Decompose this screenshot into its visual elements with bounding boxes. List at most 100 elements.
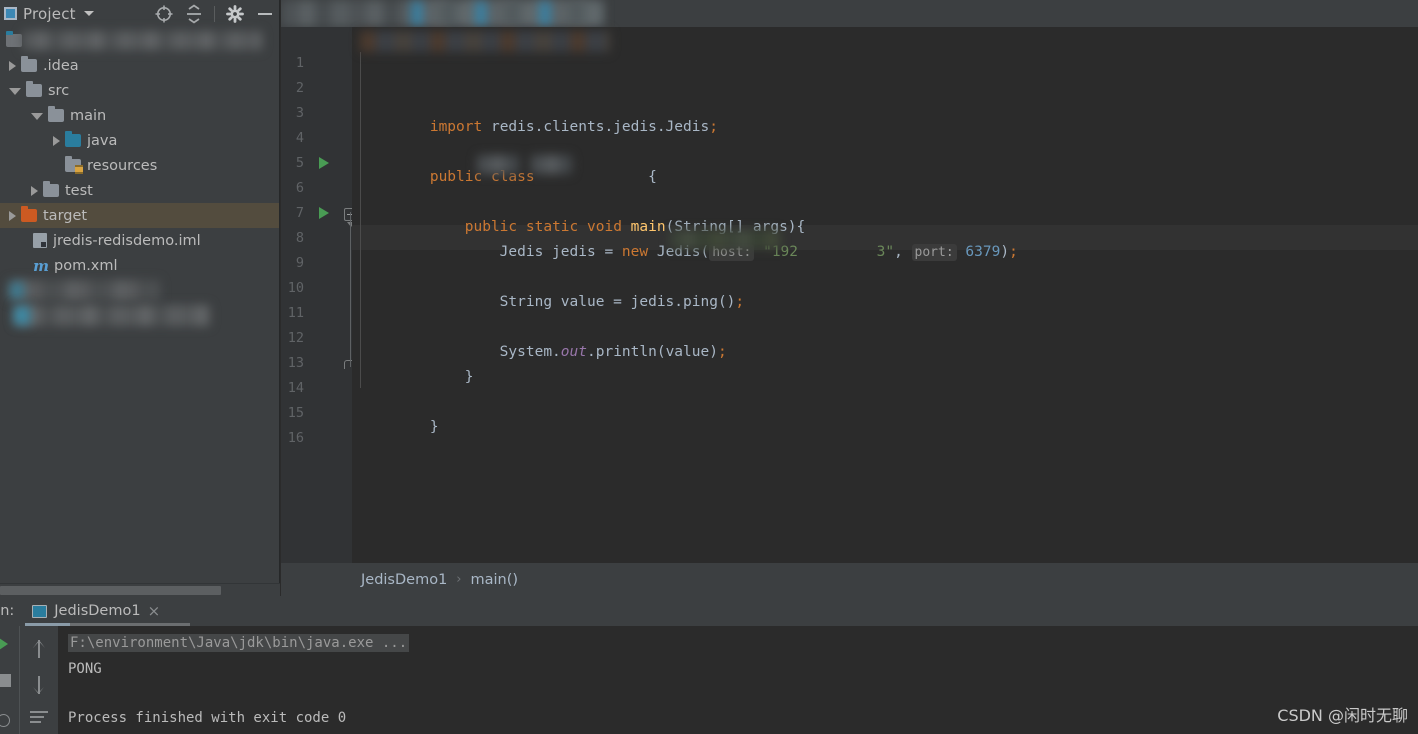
scrollbar-thumb[interactable]: [0, 586, 221, 595]
token-parens: (): [717, 294, 736, 310]
tree-row[interactable]: [0, 28, 279, 53]
copy-icon[interactable]: [0, 714, 10, 727]
run-tab-jedisdemo1[interactable]: JedisDemo1 ×: [26, 596, 168, 626]
tree-item-label: target: [43, 207, 88, 224]
code-line-1[interactable]: [360, 31, 640, 53]
run-class-gutter-icon[interactable]: [319, 157, 329, 169]
run-method-gutter-icon[interactable]: [319, 207, 329, 219]
chevron-right-icon[interactable]: [53, 135, 60, 146]
project-panel-header: Project: [0, 0, 279, 27]
line-number: 6: [295, 180, 304, 196]
token-plain: redis.clients.jedis.Jedis: [482, 119, 710, 135]
breadcrumb[interactable]: JedisDemo1 › main(): [281, 563, 1418, 596]
line-number: 4: [295, 130, 304, 146]
token-field-out: out: [560, 344, 587, 360]
redacted-editor-tab[interactable]: [411, 1, 603, 26]
editor-gutter[interactable]: 1 2 3 4 5 6 7 8 9 10 11 12 13 14 15 16: [281, 27, 357, 563]
breadcrumb-method[interactable]: main(): [471, 572, 519, 588]
tree-row[interactable]: java: [0, 128, 279, 153]
run-tab-label: JedisDemo1: [54, 603, 141, 619]
token-number-port: 6379: [965, 244, 1001, 260]
project-file-tree[interactable]: .idea src main java resources test targe…: [0, 27, 279, 328]
token-keyword-new: new: [621, 244, 649, 260]
stop-icon[interactable]: [0, 674, 11, 687]
code-line-10[interactable]: String value = jedis.ping();: [360, 278, 744, 326]
editor-tab-bar[interactable]: [281, 0, 1418, 27]
tree-row[interactable]: m pom.xml: [0, 253, 279, 278]
idea-window: Project .idea src main java resources te…: [0, 0, 1418, 734]
tree-row[interactable]: [0, 303, 279, 328]
project-view-icon: [4, 7, 17, 20]
token-semicolon: ;: [717, 344, 727, 360]
line-number: 2: [295, 80, 304, 96]
resources-folder-icon: [65, 156, 83, 174]
token-string-host-end: 3": [876, 244, 895, 260]
code-editor: 1 2 3 4 5 6 7 8 9 10 11 12 13 14 15 16 i…: [281, 0, 1418, 563]
token-paren: ): [1000, 244, 1010, 260]
project-panel-toolbar: [154, 0, 275, 27]
run-toolbar-left: [0, 626, 18, 734]
project-tool-window: Project .idea src main java resources te…: [0, 0, 280, 596]
chevron-right-icon[interactable]: [9, 210, 16, 221]
project-panel-title: Project: [23, 4, 76, 23]
folder-icon: [48, 106, 64, 122]
breadcrumb-class[interactable]: JedisDemo1: [361, 572, 447, 588]
console-exit-line: Process finished with exit code 0: [68, 710, 347, 726]
console-output-line: PONG: [68, 661, 102, 677]
settings-gear-icon[interactable]: [225, 4, 245, 24]
tree-row[interactable]: src: [0, 78, 279, 103]
code-line-15[interactable]: }: [360, 403, 439, 451]
token-declaration: Jedis jedis =: [429, 244, 622, 260]
token-semicolon: ;: [735, 294, 745, 310]
token-closing-brace: }: [429, 419, 439, 435]
redacted-text: [14, 305, 210, 326]
token-keyword-public: public: [429, 169, 483, 185]
tree-row[interactable]: test: [0, 178, 279, 203]
token-statement: String value = jedis.: [429, 294, 684, 310]
soft-wrap-icon[interactable]: [30, 710, 48, 725]
tree-item-label: resources: [87, 157, 158, 174]
tree-row[interactable]: [0, 278, 279, 303]
line-number: 13: [287, 355, 304, 371]
run-tool-window: un: JedisDemo1 × F:\environment\J: [0, 596, 1418, 734]
toolbar-divider: [214, 5, 215, 22]
chevron-down-icon[interactable]: [83, 11, 94, 16]
locate-icon[interactable]: [154, 4, 174, 24]
param-hint-port: port:: [911, 244, 957, 261]
tree-row[interactable]: .idea: [0, 53, 279, 78]
tree-row-target[interactable]: target: [0, 203, 279, 228]
line-number: 14: [287, 380, 304, 396]
token-constructor: Jedis(: [648, 244, 710, 260]
chevron-down-icon[interactable]: [9, 88, 21, 95]
rerun-icon[interactable]: [0, 636, 8, 652]
code-line-3[interactable]: import redis.clients.jedis.Jedis;: [360, 103, 718, 151]
collapse-all-icon[interactable]: [184, 3, 204, 24]
tree-item-label: pom.xml: [54, 257, 118, 274]
chevron-right-icon[interactable]: [9, 60, 16, 71]
arrow-down-icon[interactable]: [32, 674, 46, 696]
chevron-down-icon[interactable]: [31, 113, 43, 120]
line-number: 7: [295, 205, 304, 221]
run-configuration-icon: [32, 602, 51, 618]
hide-panel-icon[interactable]: [255, 4, 275, 24]
token-semicolon: ;: [709, 119, 718, 135]
maven-file-icon: m: [33, 256, 49, 275]
tree-row[interactable]: resources: [0, 153, 279, 178]
redacted-package-statement: [360, 31, 610, 52]
close-icon[interactable]: ×: [148, 602, 161, 620]
folder-icon: [26, 81, 42, 97]
tree-item-label: .idea: [43, 57, 79, 74]
console-output[interactable]: F:\environment\Java\jdk\bin\java.exe ...…: [58, 626, 1418, 734]
tree-row[interactable]: jredis-redisdemo.iml: [0, 228, 279, 253]
redacted-editor-tab[interactable]: [281, 0, 603, 27]
tree-row[interactable]: main: [0, 103, 279, 128]
code-content[interactable]: import redis.clients.jedis.Jedis; public…: [352, 27, 1418, 563]
project-horizontal-scrollbar[interactable]: [0, 583, 280, 596]
token-keyword-class: class: [490, 169, 535, 185]
line-number: 1: [295, 55, 304, 71]
chevron-right-icon[interactable]: [31, 185, 38, 196]
line-number: 12: [287, 330, 304, 346]
code-line-13[interactable]: }: [360, 353, 474, 401]
arrow-up-icon[interactable]: [32, 638, 46, 660]
folder-icon: [21, 56, 37, 72]
